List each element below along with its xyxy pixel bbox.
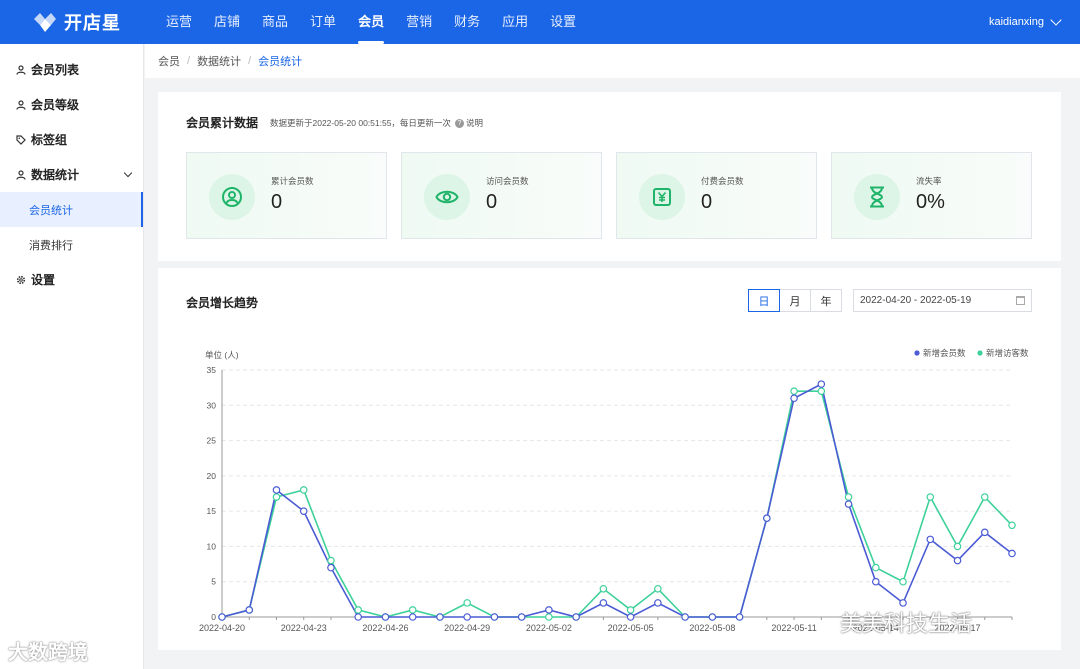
data-point: [626, 606, 635, 614]
data-point: [844, 500, 853, 508]
data-point: [871, 577, 880, 586]
y-tick-label: 30: [207, 400, 217, 410]
y-tick-label: 20: [207, 471, 217, 481]
data-point: [327, 556, 335, 565]
data-point: [572, 613, 580, 621]
data-point: [299, 507, 308, 515]
data-point: [926, 535, 935, 544]
data-point: [327, 563, 335, 572]
y-tick-label: 10: [207, 541, 217, 551]
data-point: [654, 584, 662, 593]
x-tick-label: 2022-05-08: [689, 623, 735, 633]
data-point: [381, 613, 390, 621]
data-point: [817, 387, 826, 395]
data-point: [790, 387, 798, 395]
data-point: [681, 613, 689, 621]
legend-label: 新增访客数: [986, 348, 1029, 358]
data-point: [926, 493, 935, 501]
data-point: [790, 394, 798, 403]
data-point: [844, 493, 853, 501]
y-tick-label: 15: [207, 506, 217, 516]
data-point: [463, 613, 471, 621]
data-point: [599, 599, 608, 607]
data-point: [436, 613, 444, 621]
data-point: [735, 613, 744, 621]
y-tick-label: 0: [211, 612, 216, 622]
data-point: [490, 613, 499, 621]
data-point: [408, 613, 417, 621]
period-day-button[interactable]: 日: [748, 289, 780, 312]
legend-label: 新增会员数: [923, 348, 966, 358]
data-point: [599, 584, 608, 593]
data-point: [272, 486, 281, 494]
data-point: [354, 613, 363, 621]
legend-marker: [914, 350, 920, 356]
watermark-left: 大数跨境: [8, 642, 88, 664]
data-point: [980, 528, 989, 537]
data-point: [545, 606, 553, 614]
data-point: [626, 613, 635, 621]
x-tick-label: 2022-04-23: [281, 623, 327, 633]
y-axis-label: 单位 (人): [205, 350, 239, 360]
data-point: [654, 599, 662, 607]
x-tick-label: 2022-05-11: [771, 623, 816, 633]
data-point: [463, 599, 471, 607]
data-point: [953, 556, 962, 565]
data-point: [354, 606, 363, 614]
data-point: [871, 563, 880, 572]
watermark-right: 美美科技生活: [840, 611, 973, 636]
data-point: [1008, 549, 1016, 558]
y-tick-label: 25: [207, 436, 217, 446]
data-point: [517, 613, 526, 621]
data-point: [218, 613, 226, 621]
x-tick-label: 2022-04-26: [362, 623, 408, 633]
x-tick-label: 2022-04-29: [444, 623, 490, 633]
legend-marker: [977, 350, 983, 356]
data-point: [980, 493, 989, 501]
y-tick-label: 35: [207, 365, 217, 375]
series-line: [221, 390, 1013, 618]
data-point: [763, 514, 771, 523]
data-point: [817, 380, 826, 388]
growth-line-chart: 单位 (人) 0 5 10 15 20 25 30 35 2022-04-20 2022-04-23…: [199, 348, 1029, 633]
x-tick-label: 2022-05-05: [608, 623, 654, 633]
y-tick-label: 5: [211, 577, 216, 587]
data-point: [1008, 521, 1016, 530]
data-point: [899, 577, 907, 586]
data-point: [953, 542, 962, 551]
x-tick-label: 2022-04-20: [199, 623, 245, 633]
data-point: [245, 606, 254, 614]
data-point: [299, 486, 308, 494]
data-point: [408, 606, 417, 614]
data-point: [708, 613, 717, 621]
data-point: [545, 613, 553, 621]
data-point: [272, 493, 281, 501]
x-tick-label: 2022-05-02: [526, 623, 572, 633]
